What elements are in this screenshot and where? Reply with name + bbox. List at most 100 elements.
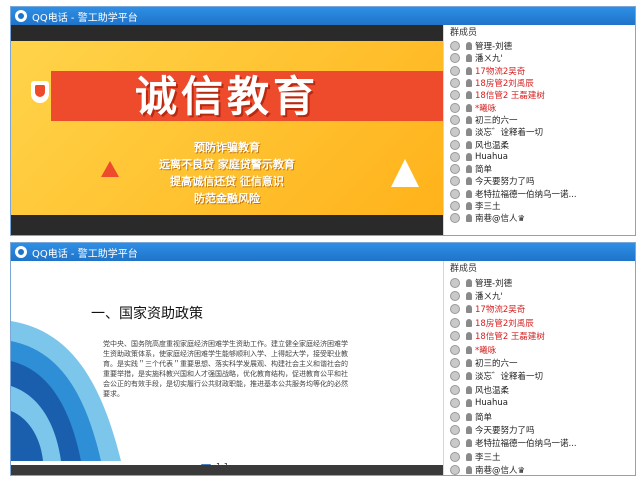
- member-item[interactable]: 初三的六一: [450, 356, 635, 369]
- member-item[interactable]: 李三土: [450, 450, 635, 463]
- microphone-icon: [466, 385, 472, 394]
- member-name: 老特拉福德一伯纳乌一诺...: [475, 439, 577, 450]
- member-name: 管理-刘德: [475, 278, 513, 289]
- avatar: [450, 438, 460, 449]
- member-item[interactable]: 南巷@信人♛: [450, 463, 635, 475]
- member-panel: 群成员 管理-刘德 潘ㄨ九' 17物流2吴奇 18房管2刘禹辰 18信管2 王磊建树 *曦…: [443, 25, 635, 235]
- member-item[interactable]: 老特拉福德一伯纳乌一诺...: [450, 437, 635, 450]
- member-item[interactable]: 简单: [450, 410, 635, 423]
- member-item[interactable]: 18房管2刘禹辰: [450, 77, 635, 89]
- microphone-icon: [466, 332, 472, 341]
- member-name: 潘ㄨ九': [475, 54, 503, 65]
- member-name: Huahua: [475, 151, 508, 162]
- member-item[interactable]: 17物流2吴奇: [450, 65, 635, 77]
- avatar: [450, 304, 460, 315]
- title-bar[interactable]: QQ电话 - 警工助学平台: [11, 7, 635, 25]
- slide-aid-policy: 一、国家资助政策 党中央、国务院高度重视家庭经济困难学生资助工作。建立健全家庭经…: [11, 261, 443, 461]
- microphone-icon: [466, 439, 472, 448]
- shared-screen: 一、国家资助政策 党中央、国务院高度重视家庭经济困难学生资助工作。建立健全家庭经…: [11, 261, 443, 475]
- avatar: [450, 384, 460, 395]
- avatar: [450, 291, 460, 302]
- member-name: 18房管2刘禹辰: [475, 318, 534, 329]
- warning-icon: [101, 161, 119, 177]
- microphone-icon: [466, 91, 472, 100]
- microphone-icon: [466, 466, 472, 475]
- member-item[interactable]: 风也温柔: [450, 138, 635, 151]
- member-name: 18房管2刘禹辰: [475, 79, 534, 90]
- member-item[interactable]: Huahua: [450, 151, 635, 163]
- member-item[interactable]: 风也温柔: [450, 383, 635, 396]
- member-item[interactable]: 18信管2 王磊建树: [450, 89, 635, 101]
- avatar: [450, 78, 460, 89]
- avatar: [450, 424, 460, 435]
- member-item[interactable]: Huahua: [450, 397, 635, 410]
- avatar: [450, 277, 460, 288]
- title-bar[interactable]: QQ电话 - 警工助学平台: [11, 243, 635, 261]
- member-item[interactable]: 18信管2 王磊建树: [450, 330, 635, 343]
- member-item[interactable]: *曦咏: [450, 343, 635, 356]
- avatar: [450, 139, 460, 150]
- avatar: [450, 358, 460, 369]
- member-name: Huahua: [475, 398, 508, 409]
- member-item[interactable]: 南巷@信人♛: [450, 212, 635, 224]
- member-item[interactable]: 初三的六一: [450, 114, 635, 126]
- microphone-icon: [466, 54, 472, 63]
- member-name: 今天要努力了吗: [475, 177, 535, 188]
- member-name: 今天要努力了吗: [475, 425, 535, 436]
- member-name: 18信管2 王磊建树: [475, 332, 545, 343]
- avatar: [450, 331, 460, 342]
- shared-screen: 诚信教育 预防诈骗教育 远离不良贷 家庭贷警示教育 提高诚信还贷 征信意识 防范…: [11, 25, 443, 235]
- microphone-icon: [466, 292, 472, 301]
- member-item[interactable]: 潘ㄨ九': [450, 289, 635, 302]
- avatar: [450, 201, 460, 211]
- slide-line: 提高诚信还贷 征信意识: [170, 175, 284, 188]
- avatar: [450, 188, 460, 199]
- avatar: [450, 371, 460, 382]
- member-item[interactable]: 淡忘゛诠释着一切: [450, 370, 635, 383]
- member-item[interactable]: 淡忘゛诠释着一切: [450, 126, 635, 138]
- microphone-icon: [466, 345, 472, 354]
- member-name: *曦咏: [475, 345, 497, 356]
- slide-line: 预防诈骗教育: [194, 141, 260, 154]
- slide-line: 防范金融风险: [194, 192, 260, 205]
- member-name: 李三土: [475, 202, 501, 212]
- member-name: 李三土: [475, 452, 501, 463]
- avatar: [450, 317, 460, 328]
- member-item[interactable]: 今天要努力了吗: [450, 175, 635, 187]
- microphone-icon: [466, 412, 472, 421]
- avatar: [450, 53, 460, 64]
- member-panel: 群成员 管理-刘德潘ㄨ九' 17物流2吴奇 18房管2刘禹辰 18信管2 王磊建树 *曦…: [443, 261, 635, 475]
- member-item[interactable]: 管理-刘德: [450, 40, 635, 52]
- qq-logo-icon: [15, 10, 27, 22]
- slide-heading: 一、国家资助政策: [91, 306, 203, 322]
- microphone-icon: [466, 359, 472, 368]
- member-name: 潘ㄨ九': [475, 292, 503, 303]
- member-name: 南巷@信人♛: [475, 466, 526, 475]
- member-name: 淡忘゛诠释着一切: [475, 128, 544, 139]
- member-name: 南巷@信人♛: [475, 214, 526, 225]
- avatar: [450, 102, 460, 113]
- member-item[interactable]: *曦咏: [450, 101, 635, 114]
- member-item[interactable]: 李三土: [450, 200, 635, 212]
- slide-integrity-education: 诚信教育 预防诈骗教育 远离不良贷 家庭贷警示教育 提高诚信还贷 征信意识 防范…: [11, 41, 443, 215]
- slide-line: 远离不良贷 家庭贷警示教育: [159, 158, 295, 171]
- member-item[interactable]: 管理-刘德: [450, 276, 635, 289]
- stage-bottom-bar: [11, 465, 443, 475]
- member-item[interactable]: 18房管2刘禹辰: [450, 316, 635, 329]
- microphone-icon: [466, 189, 472, 198]
- avatar: [450, 411, 460, 422]
- avatar: [450, 344, 460, 355]
- member-name: 管理-刘德: [475, 42, 513, 53]
- microphone-icon: [466, 165, 472, 174]
- member-item[interactable]: 潘ㄨ九': [450, 52, 635, 64]
- member-item[interactable]: 老特拉福德一伯纳乌一诺...: [450, 188, 635, 200]
- avatar: [450, 398, 460, 409]
- member-item[interactable]: 简单: [450, 163, 635, 175]
- member-panel-header: 群成员: [450, 264, 478, 274]
- member-item[interactable]: 17物流2吴奇: [450, 303, 635, 316]
- microphone-icon: [466, 305, 472, 314]
- member-name: 18信管2 王磊建树: [475, 91, 545, 102]
- slide-lines: 预防诈骗教育 远离不良贷 家庭贷警示教育 提高诚信还贷 征信意识 防范金融风险: [11, 139, 443, 207]
- member-item[interactable]: 今天要努力了吗: [450, 423, 635, 436]
- microphone-icon: [466, 103, 472, 112]
